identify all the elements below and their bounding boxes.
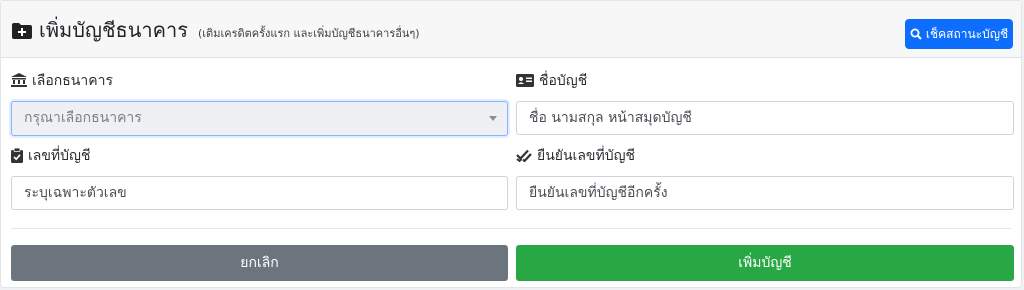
check-account-status-button[interactable]: เช็คสถานะบัญชี: [905, 19, 1013, 49]
account-name-label: ชื่อบัญชี: [539, 73, 588, 89]
id-card-icon: [516, 74, 534, 87]
divider: [11, 228, 1011, 229]
add-bank-account-card: เพิ่มบัญชีธนาคาร (เติมเครดิตครั้งแรก และ…: [0, 0, 1022, 288]
account-number-label: เลขที่บัญชี: [28, 148, 91, 164]
page-subtitle: (เติมเครดิตครั้งแรก และเพิ่มบัญชีธนาคารอ…: [198, 27, 420, 40]
add-account-button-label: เพิ่มบัญชี: [738, 255, 792, 271]
folder-plus-icon: [12, 23, 32, 39]
double-check-icon: [516, 149, 532, 162]
cancel-button[interactable]: ยกเลิก: [11, 245, 508, 281]
bank-label: เลือกธนาคาร: [32, 73, 113, 89]
confirm-account-number-input[interactable]: ยืนยันเลขที่บัญชีอีกครั้ง: [516, 176, 1014, 210]
chevron-down-icon: [489, 116, 497, 121]
confirm-account-number-label: ยืนยันเลขที่บัญชี: [537, 148, 636, 164]
cancel-button-label: ยกเลิก: [240, 255, 279, 271]
add-account-button[interactable]: เพิ่มบัญชี: [516, 245, 1014, 281]
account-name-input[interactable]: ชื่อ นามสกุล หน้าสมุดบัญชี: [516, 101, 1014, 135]
search-icon: [910, 28, 922, 40]
card-header: เพิ่มบัญชีธนาคาร (เติมเครดิตครั้งแรก และ…: [1, 1, 1021, 58]
check-status-label: เช็คสถานะบัญชี: [925, 26, 1009, 41]
bank-select[interactable]: กรุณาเลือกธนาคาร: [11, 101, 508, 136]
bank-select-value: กรุณาเลือกธนาคาร: [24, 110, 142, 126]
clipboard-check-icon: [11, 148, 23, 163]
account-number-input[interactable]: ระบุเฉพาะตัวเลข: [11, 176, 508, 210]
bank-building-icon: [11, 73, 27, 87]
page-title: เพิ่มบัญชีธนาคาร: [39, 18, 188, 42]
